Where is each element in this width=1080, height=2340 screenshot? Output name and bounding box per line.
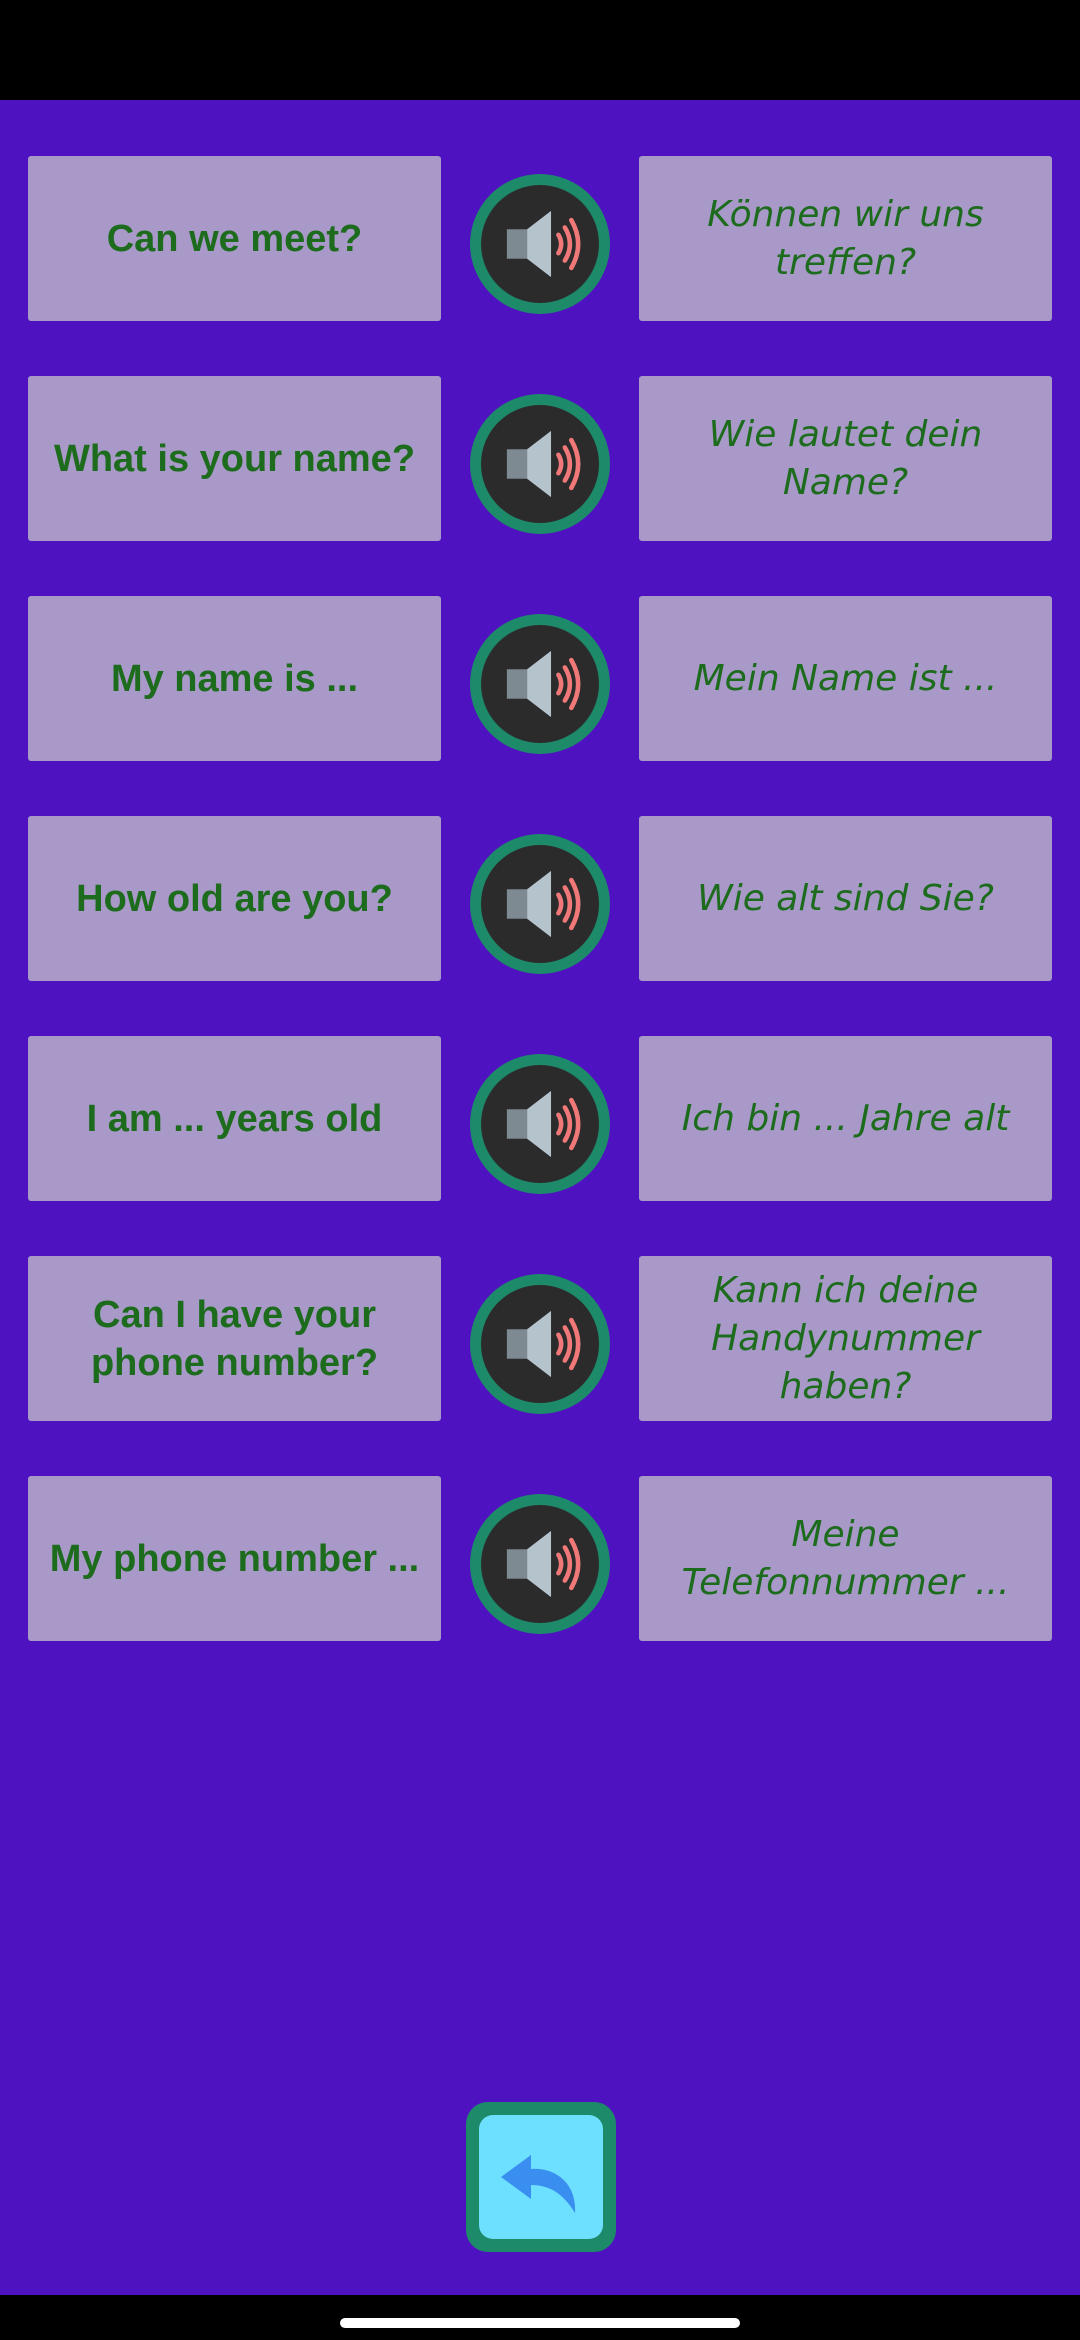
- speaker-icon: [481, 1505, 599, 1623]
- speaker-icon: [481, 625, 599, 743]
- status-bar: [0, 0, 1080, 100]
- back-button[interactable]: [466, 2102, 616, 2252]
- phrase-english: My phone number ...: [28, 1476, 441, 1641]
- phrase-german: Kann ich deine Handynummer haben?: [639, 1256, 1052, 1421]
- phrase-english: Can I have your phone number?: [28, 1256, 441, 1421]
- phrase-english: I am ... years old: [28, 1036, 441, 1201]
- speaker-icon: [481, 185, 599, 303]
- play-audio-button[interactable]: [470, 1494, 610, 1634]
- phrase-english: Can we meet?: [28, 156, 441, 321]
- play-audio-button[interactable]: [470, 614, 610, 754]
- back-arrow-icon: [479, 2115, 603, 2239]
- phrase-english: What is your name?: [28, 376, 441, 541]
- phrase-row: Can we meet? Können wir uns treffen?: [0, 156, 1080, 321]
- speaker-icon: [481, 1285, 599, 1403]
- phrase-row: Can I have your phone number? Kann ich d…: [0, 1256, 1080, 1421]
- phrase-german: Mein Name ist ...: [639, 596, 1052, 761]
- phrase-german: Können wir uns treffen?: [639, 156, 1052, 321]
- play-audio-button[interactable]: [470, 174, 610, 314]
- phrase-row: My phone number ... Meine Telefonnummer …: [0, 1476, 1080, 1641]
- play-audio-button[interactable]: [470, 394, 610, 534]
- speaker-icon: [481, 845, 599, 963]
- play-audio-button[interactable]: [470, 834, 610, 974]
- speaker-icon: [481, 405, 599, 523]
- speaker-icon: [481, 1065, 599, 1183]
- play-audio-button[interactable]: [470, 1054, 610, 1194]
- play-audio-button[interactable]: [470, 1274, 610, 1414]
- phrase-german: Ich bin ... Jahre alt: [639, 1036, 1052, 1201]
- phrase-german: Wie lautet dein Name?: [639, 376, 1052, 541]
- phrase-english: My name is ...: [28, 596, 441, 761]
- phrase-english: How old are you?: [28, 816, 441, 981]
- phrase-row: What is your name? Wie lautet dein Name?: [0, 376, 1080, 541]
- phrase-list-screen: Can we meet? Können wir uns treffen? Wha…: [0, 100, 1080, 2295]
- phrase-row: My name is ... Mein Name ist ...: [0, 596, 1080, 761]
- home-indicator[interactable]: [340, 2318, 740, 2328]
- phrase-row: I am ... years old Ich bin ... Jahre alt: [0, 1036, 1080, 1201]
- phrase-german: Wie alt sind Sie?: [639, 816, 1052, 981]
- phrase-german: Meine Telefonnummer ...: [639, 1476, 1052, 1641]
- phrase-row: How old are you? Wie alt sind Sie?: [0, 816, 1080, 981]
